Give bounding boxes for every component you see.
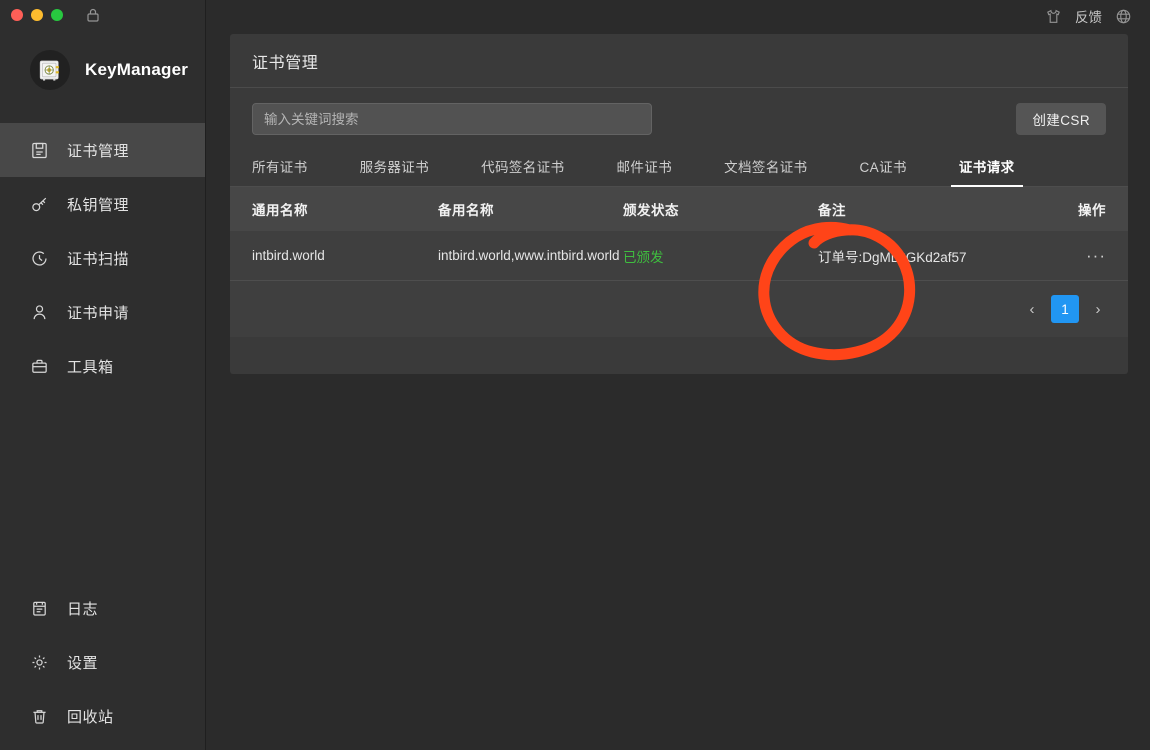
- sidebar-item-recycle-bin[interactable]: 回收站: [0, 689, 205, 743]
- sidebar-item-settings[interactable]: 设置: [0, 635, 205, 689]
- gear-icon: [30, 653, 49, 672]
- tab-certificate-requests[interactable]: 证书请求: [950, 156, 1023, 187]
- sidebar-item-toolbox[interactable]: 工具箱: [0, 339, 205, 393]
- brand-name: KeyManager: [85, 60, 189, 79]
- panel-toolbar: 创建CSR: [230, 88, 1128, 135]
- safe-vault-icon: [30, 50, 70, 90]
- trash-icon: [30, 707, 49, 726]
- sidebar-item-label: 证书管理: [67, 142, 130, 160]
- secondary-nav: 日志 设置 回收站: [0, 581, 205, 750]
- sidebar-item-certificate-request[interactable]: 证书申请: [0, 285, 205, 339]
- panel-header: 证书管理: [230, 34, 1128, 88]
- main-content: 反馈 证书管理 创建CSR 所有证书 服务器证书 代码签名证书: [206, 0, 1150, 750]
- create-csr-button[interactable]: 创建CSR: [1016, 103, 1106, 135]
- search-input[interactable]: [252, 103, 652, 135]
- person-icon: [30, 303, 49, 322]
- feedback-link[interactable]: 反馈: [1075, 6, 1102, 26]
- table-row[interactable]: intbird.world intbird.world,www.intbird.…: [230, 231, 1128, 281]
- sidebar: KeyManager 证书管理 私钥管理 证书扫描 证书申请 工具箱 日志 设置…: [0, 0, 206, 750]
- application-window: KeyManager 证书管理 私钥管理 证书扫描 证书申请 工具箱 日志 设置…: [0, 0, 1150, 750]
- sidebar-item-private-key-management[interactable]: 私钥管理: [0, 177, 205, 231]
- tab-email-certificates[interactable]: 邮件证书: [617, 156, 673, 186]
- cell-note: 订单号:DgML6GKd2af57: [818, 249, 967, 265]
- tab-all-certificates[interactable]: 所有证书: [252, 156, 308, 186]
- tshirt-icon[interactable]: [1045, 8, 1062, 25]
- column-header-common-name: 通用名称: [252, 203, 308, 218]
- status-badge: 已颁发: [623, 249, 664, 265]
- column-header-note: 备注: [818, 203, 846, 218]
- certificate-book-icon: [30, 141, 49, 160]
- column-header-status: 颁发状态: [623, 203, 679, 218]
- sidebar-item-label: 证书扫描: [67, 250, 130, 268]
- window-minimize-button[interactable]: [31, 9, 43, 21]
- sidebar-item-label: 证书申请: [67, 304, 130, 322]
- cell-common-name: intbird.world: [252, 248, 325, 263]
- pagination: ‹ 1 ›: [230, 281, 1128, 337]
- log-note-icon: [30, 599, 49, 618]
- table-header-row: 通用名称 备用名称 颁发状态 备注 操作: [230, 187, 1128, 231]
- sidebar-item-label: 私钥管理: [67, 196, 130, 214]
- column-header-action: 操作: [1078, 203, 1106, 218]
- pagination-prev-button[interactable]: ‹: [1024, 301, 1040, 318]
- sidebar-item-logs[interactable]: 日志: [0, 581, 205, 635]
- tab-bar: 所有证书 服务器证书 代码签名证书 邮件证书 文档签名证书 CA证书 证书请求: [230, 147, 1128, 187]
- window-close-button[interactable]: [11, 9, 23, 21]
- certificate-table: 通用名称 备用名称 颁发状态 备注 操作 intbird.world intbi…: [230, 187, 1128, 337]
- tab-code-signing-certificates[interactable]: 代码签名证书: [481, 156, 564, 186]
- sidebar-item-label: 日志: [67, 600, 99, 618]
- cell-alt-name: intbird.world,www.intbird.world: [438, 247, 620, 263]
- primary-nav: 证书管理 私钥管理 证书扫描 证书申请 工具箱: [0, 123, 205, 393]
- sidebar-item-certificate-management[interactable]: 证书管理: [0, 123, 205, 177]
- pagination-page-1-button[interactable]: 1: [1051, 295, 1079, 323]
- globe-icon[interactable]: [1115, 8, 1132, 25]
- tab-ca-certificates[interactable]: CA证书: [860, 156, 907, 186]
- sidebar-item-label: 设置: [67, 654, 99, 672]
- toolbox-icon: [30, 357, 49, 376]
- tab-document-signing-certificates[interactable]: 文档签名证书: [724, 156, 807, 186]
- pagination-next-button[interactable]: ›: [1090, 301, 1106, 318]
- sidebar-item-label: 回收站: [67, 708, 114, 726]
- window-zoom-button[interactable]: [51, 9, 63, 21]
- window-titlebar: [0, 0, 205, 30]
- scan-clock-icon: [30, 249, 49, 268]
- row-actions-menu-button[interactable]: ···: [1086, 246, 1106, 265]
- certificate-panel: 证书管理 创建CSR 所有证书 服务器证书 代码签名证书 邮件证书 文档签名证书…: [230, 34, 1128, 374]
- top-bar: 反馈: [206, 0, 1150, 32]
- lock-icon[interactable]: [85, 7, 101, 23]
- column-header-alt-name: 备用名称: [438, 203, 494, 218]
- key-icon: [30, 195, 49, 214]
- sidebar-item-label: 工具箱: [67, 358, 114, 376]
- page-title: 证书管理: [252, 54, 319, 72]
- tab-server-certificates[interactable]: 服务器证书: [360, 156, 430, 186]
- brand: KeyManager: [0, 30, 205, 110]
- sidebar-item-certificate-scan[interactable]: 证书扫描: [0, 231, 205, 285]
